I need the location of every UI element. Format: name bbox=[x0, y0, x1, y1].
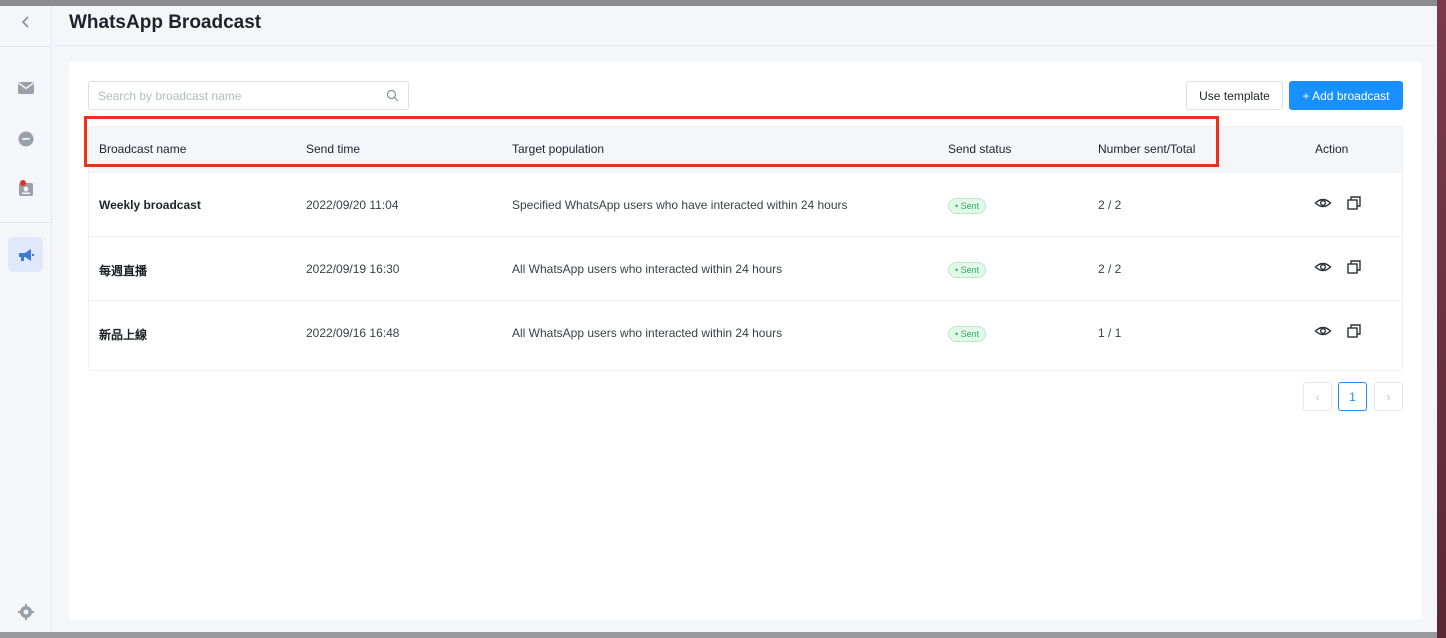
sidebar-item-chat[interactable] bbox=[8, 121, 43, 156]
sidebar-item-settings[interactable] bbox=[8, 594, 43, 629]
chevron-left-icon bbox=[21, 15, 29, 28]
status-badge: • Sent bbox=[948, 198, 987, 214]
column-header-send-time[interactable]: Send time bbox=[306, 142, 360, 156]
use-template-button[interactable]: Use template bbox=[1186, 81, 1283, 110]
sidebar-item-inbox[interactable] bbox=[8, 70, 43, 105]
sidebar-item-broadcast[interactable] bbox=[8, 237, 43, 272]
status-badge: • Sent bbox=[948, 262, 987, 278]
chat-bubble-icon bbox=[18, 131, 33, 146]
sent-count: 1 / 1 bbox=[1098, 326, 1122, 340]
target-population: Specified WhatsApp users who have intera… bbox=[512, 198, 848, 212]
broadcast-card: Use template + Add broadcast Broadcast n… bbox=[69, 62, 1422, 620]
table-row[interactable]: 新品上線 2022/09/16 16:48 All WhatsApp users… bbox=[89, 300, 1402, 364]
target-population: All WhatsApp users who interacted within… bbox=[512, 262, 783, 276]
app-window: WhatsApp Broadcast Use template + Add br… bbox=[0, 6, 1437, 632]
search-box bbox=[88, 81, 409, 110]
send-time: 2022/09/19 16:30 bbox=[306, 262, 400, 276]
view-icon[interactable] bbox=[1314, 258, 1332, 276]
desktop-background bbox=[1437, 0, 1446, 638]
broadcast-name[interactable]: 新品上線 bbox=[99, 326, 147, 343]
back-button[interactable] bbox=[8, 6, 43, 39]
broadcast-name[interactable]: 每週直播 bbox=[99, 262, 147, 279]
pagination-page-1[interactable]: 1 bbox=[1338, 382, 1367, 411]
sidebar-item-contacts[interactable] bbox=[8, 171, 43, 206]
add-broadcast-button[interactable]: + Add broadcast bbox=[1289, 81, 1403, 110]
copy-icon[interactable] bbox=[1345, 194, 1363, 212]
column-header-broadcast-name[interactable]: Broadcast name bbox=[99, 142, 186, 156]
copy-icon[interactable] bbox=[1345, 258, 1363, 276]
table-row[interactable]: Weekly broadcast 2022/09/20 11:04 Specif… bbox=[89, 172, 1402, 236]
target-population: All WhatsApp users who interacted within… bbox=[512, 326, 783, 340]
window-bottom-edge bbox=[0, 632, 1437, 638]
column-header-target-population[interactable]: Target population bbox=[512, 142, 604, 156]
column-header-send-status[interactable]: Send status bbox=[948, 142, 1011, 156]
send-time: 2022/09/16 16:48 bbox=[306, 326, 400, 340]
broadcast-name[interactable]: Weekly broadcast bbox=[99, 198, 201, 212]
megaphone-icon bbox=[18, 248, 34, 261]
column-header-action: Action bbox=[1315, 142, 1349, 156]
pagination-prev-button[interactable]: ‹ bbox=[1303, 382, 1332, 411]
mail-icon bbox=[17, 81, 34, 94]
sent-count: 2 / 2 bbox=[1098, 198, 1122, 212]
send-time: 2022/09/20 11:04 bbox=[306, 198, 399, 212]
page-header: WhatsApp Broadcast bbox=[53, 6, 1437, 46]
table-row[interactable]: 每週直播 2022/09/19 16:30 All WhatsApp users… bbox=[89, 236, 1402, 300]
sidebar-divider bbox=[0, 222, 52, 223]
view-icon[interactable] bbox=[1314, 322, 1332, 340]
sidebar-divider bbox=[0, 46, 52, 47]
copy-icon[interactable] bbox=[1345, 322, 1363, 340]
page-title: WhatsApp Broadcast bbox=[69, 12, 262, 33]
search-icon[interactable] bbox=[386, 89, 399, 102]
view-icon[interactable] bbox=[1314, 194, 1332, 212]
gear-icon bbox=[17, 603, 34, 620]
table-header: Broadcast name Send time Target populati… bbox=[89, 127, 1402, 172]
pagination-next-button[interactable]: › bbox=[1374, 382, 1403, 411]
search-input[interactable] bbox=[89, 82, 379, 109]
broadcast-table: Broadcast name Send time Target populati… bbox=[88, 126, 1403, 371]
sent-count: 2 / 2 bbox=[1098, 262, 1122, 276]
column-header-number-sent-total[interactable]: Number sent/Total bbox=[1098, 142, 1195, 156]
status-badge: • Sent bbox=[948, 326, 987, 342]
sidebar bbox=[0, 6, 52, 632]
contact-card-icon bbox=[18, 179, 33, 196]
